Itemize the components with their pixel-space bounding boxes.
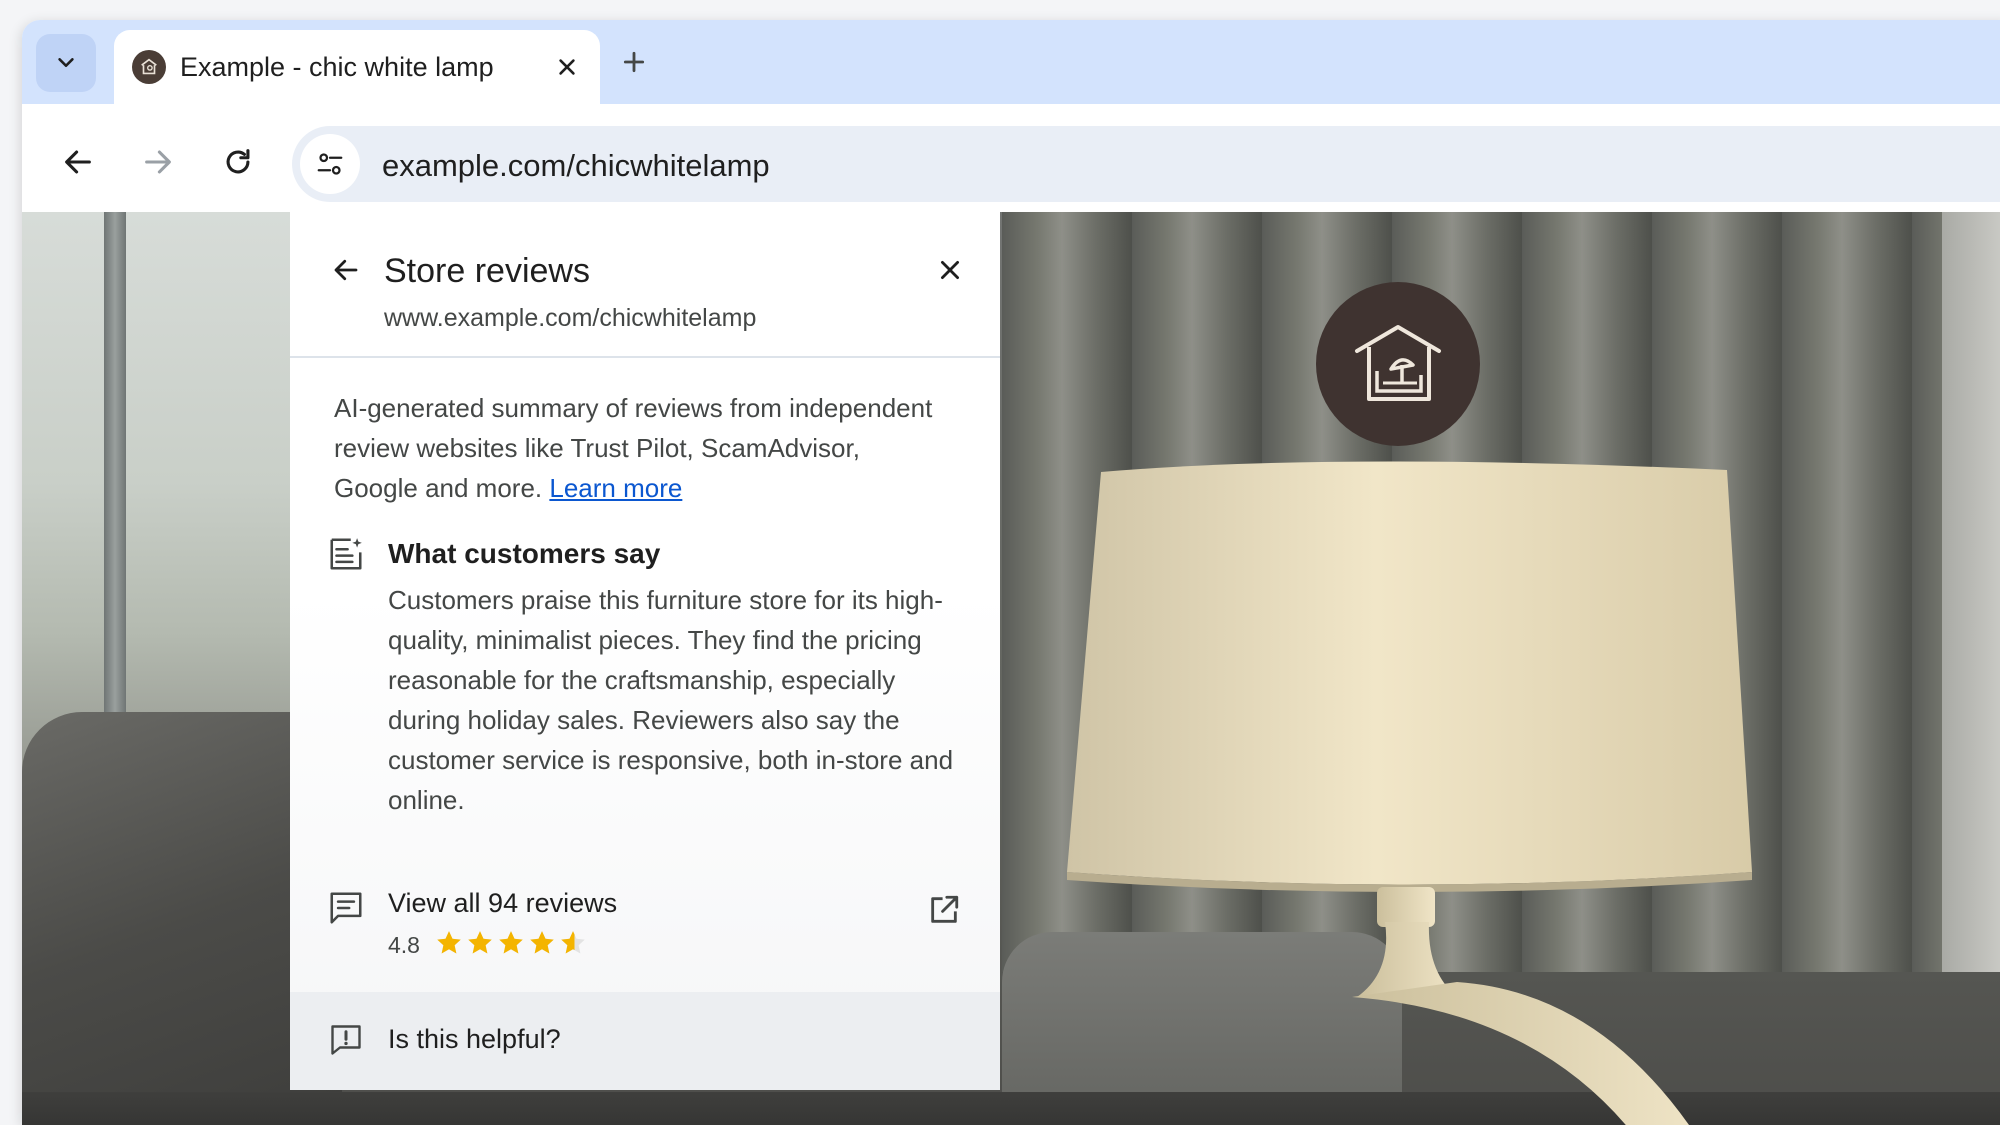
ai-summary-text: AI-generated summary of reviews from ind… (334, 388, 934, 508)
panel-back-button[interactable] (326, 250, 366, 290)
back-button[interactable] (50, 134, 106, 190)
panel-close-button[interactable] (930, 250, 970, 290)
learn-more-link[interactable]: Learn more (549, 473, 682, 503)
arrow-right-icon (145, 150, 171, 174)
store-reviews-panel: Store reviews www.example.com/chicwhitel… (290, 212, 1000, 1090)
close-icon (559, 59, 575, 75)
panel-divider (290, 356, 1000, 358)
reload-icon (226, 149, 250, 174)
site-info-button[interactable] (300, 134, 360, 194)
star-icon (499, 931, 523, 954)
plus-icon (623, 51, 645, 73)
lamp-image (1067, 461, 1752, 1125)
star-icon (561, 931, 585, 954)
url-text[interactable]: example.com/chicwhitelamp (382, 148, 770, 184)
new-tab-button[interactable] (616, 44, 652, 80)
forward-button[interactable] (130, 134, 186, 190)
tab-search-button[interactable] (36, 34, 96, 92)
browser-window: Example - chic white lamp example.com/ch… (22, 20, 2000, 1125)
review-summary-icon (326, 534, 366, 574)
address-bar[interactable]: example.com/chicwhitelamp (292, 126, 2000, 202)
store-logo-icon (1355, 325, 1441, 401)
panel-title: Store reviews (384, 252, 590, 290)
arrow-left-icon (334, 259, 358, 281)
star-icon (468, 931, 492, 954)
background-curtain-edge (1942, 212, 2000, 972)
background-window-frame (104, 212, 126, 712)
store-logo-icon (132, 50, 166, 84)
star-rating (434, 928, 588, 958)
chevron-down-icon (58, 58, 74, 68)
store-logo (1316, 282, 1480, 446)
arrow-left-icon (65, 150, 91, 174)
view-all-reviews-row[interactable]: View all 94 reviews 4.8 (290, 872, 1000, 982)
feedback-label[interactable]: Is this helpful? (388, 1024, 561, 1055)
star-icon (530, 931, 554, 954)
active-tab[interactable]: Example - chic white lamp (114, 30, 600, 104)
feedback-bar[interactable]: Is this helpful? (290, 992, 1000, 1090)
open-in-new-icon (931, 895, 959, 923)
tab-title: Example - chic white lamp (180, 52, 494, 82)
rating-value: 4.8 (388, 932, 420, 958)
open-in-new-button[interactable] (924, 890, 964, 930)
customers-say-body: Customers praise this furniture store fo… (388, 585, 954, 815)
reload-button[interactable] (210, 134, 266, 190)
star-icon (437, 931, 461, 954)
customers-say-heading: What customers say (388, 538, 661, 569)
close-icon (941, 261, 959, 279)
tab-strip: Example - chic white lamp (22, 20, 2000, 104)
reviews-list-icon (326, 888, 366, 928)
panel-site-url: www.example.com/chicwhitelamp (384, 304, 757, 332)
feedback-icon (326, 1020, 366, 1060)
view-all-reviews-label[interactable]: View all 94 reviews (388, 888, 617, 919)
tab-close-button[interactable] (552, 52, 582, 82)
tune-icon (317, 153, 343, 175)
